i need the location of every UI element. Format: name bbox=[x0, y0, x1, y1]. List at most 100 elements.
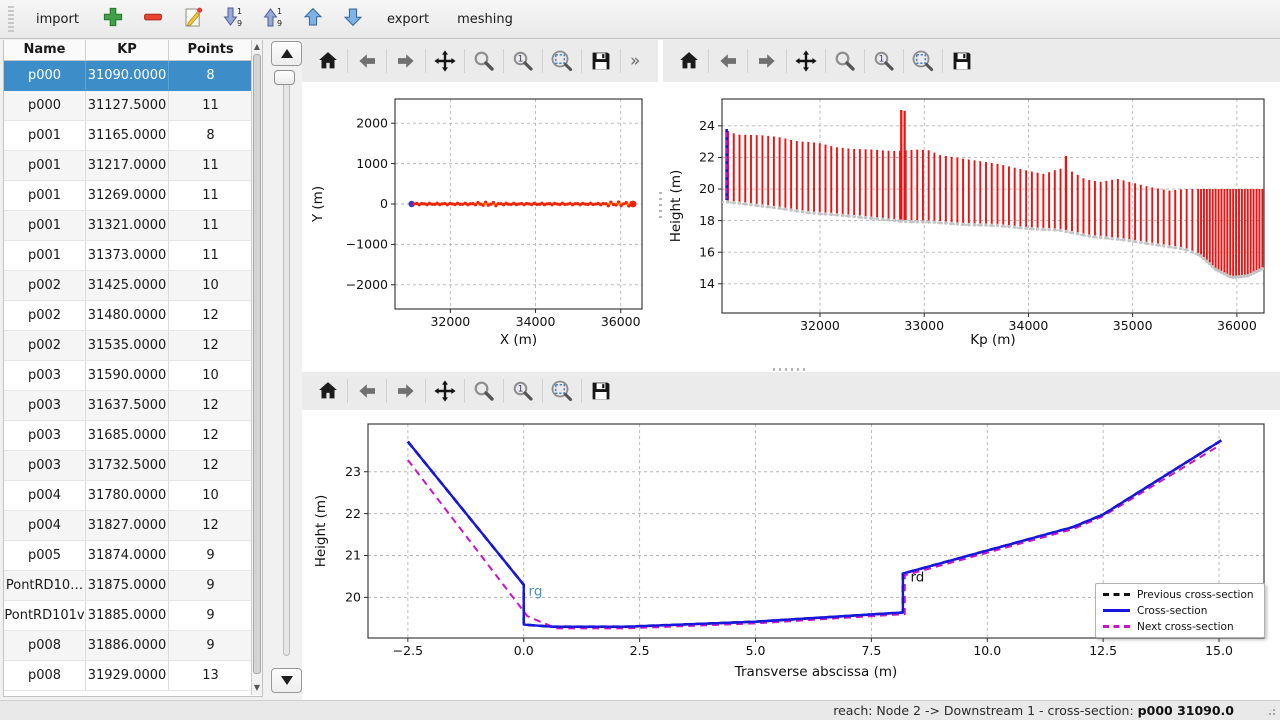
sort-ascending-button[interactable]: 19 bbox=[261, 7, 285, 31]
table-cell[interactable]: p003 bbox=[4, 391, 86, 421]
cross-section-figure[interactable]: −2.50.02.55.07.510.012.515.020212223Tran… bbox=[302, 410, 1280, 700]
pan-button[interactable] bbox=[429, 45, 461, 77]
zoom-button[interactable] bbox=[468, 45, 500, 77]
table-cell[interactable]: 8 bbox=[169, 61, 253, 91]
table-cell[interactable]: 31590.0000 bbox=[86, 361, 169, 391]
table-cell[interactable]: 31425.0000 bbox=[86, 271, 169, 301]
longitudinal-profile-figure[interactable]: 3200033000340003500036000141618202224Kp … bbox=[663, 82, 1280, 366]
table-row[interactable]: p00231535.000012 bbox=[4, 331, 253, 361]
table-cell[interactable]: 31165.0000 bbox=[86, 121, 169, 151]
table-cell[interactable]: 31373.0000 bbox=[86, 241, 169, 271]
plan-view-figure[interactable]: 320003400036000−2000−1000010002000X (m)Y… bbox=[303, 82, 658, 366]
column-header-name[interactable]: Name bbox=[4, 40, 86, 60]
table-cell[interactable]: 31886.0000 bbox=[86, 631, 169, 661]
zoom-button[interactable] bbox=[468, 375, 500, 407]
table-cell[interactable]: 12 bbox=[169, 331, 253, 361]
toolbar-overflow-chevron[interactable]: » bbox=[624, 51, 646, 71]
table-cell[interactable]: 12 bbox=[169, 421, 253, 451]
home-button[interactable] bbox=[312, 375, 344, 407]
vertical-splitter-handle[interactable] bbox=[659, 192, 662, 222]
table-cell[interactable]: p004 bbox=[4, 481, 86, 511]
save-button[interactable] bbox=[585, 375, 617, 407]
table-cell[interactable]: p003 bbox=[4, 361, 86, 391]
table-cell[interactable]: 8 bbox=[169, 121, 253, 151]
table-cell[interactable]: p001 bbox=[4, 181, 86, 211]
table-cell[interactable]: 9 bbox=[169, 631, 253, 661]
table-cell[interactable]: p008 bbox=[4, 631, 86, 661]
column-header-kp[interactable]: KP bbox=[86, 40, 169, 60]
table-cell[interactable]: 31732.5000 bbox=[86, 451, 169, 481]
table-row[interactable]: p00131373.000011 bbox=[4, 241, 253, 271]
table-cell[interactable]: p001 bbox=[4, 121, 86, 151]
table-row[interactable]: p00031090.00008 bbox=[4, 61, 253, 91]
sort-descending-button[interactable]: 19 bbox=[221, 7, 245, 31]
table-cell[interactable]: 10 bbox=[169, 481, 253, 511]
table-cell[interactable]: 31480.0000 bbox=[86, 301, 169, 331]
pan-button[interactable] bbox=[429, 375, 461, 407]
table-cell[interactable]: 10 bbox=[169, 271, 253, 301]
table-cell[interactable]: 11 bbox=[169, 151, 253, 181]
table-row[interactable]: p00231425.000010 bbox=[4, 271, 253, 301]
table-row[interactable]: p00331685.000012 bbox=[4, 421, 253, 451]
table-row[interactable]: PontRD101v31885.00009 bbox=[4, 601, 253, 631]
forward-button[interactable] bbox=[390, 375, 422, 407]
column-header-points[interactable]: Points bbox=[169, 40, 253, 60]
table-row[interactable]: p00131217.000011 bbox=[4, 151, 253, 181]
table-row[interactable]: p00431780.000010 bbox=[4, 481, 253, 511]
scroll-up-icon[interactable]: ▲ bbox=[252, 41, 262, 53]
table-row[interactable]: p00131269.000011 bbox=[4, 181, 253, 211]
export-button[interactable]: export bbox=[381, 8, 435, 31]
table-cell[interactable]: p000 bbox=[4, 61, 86, 91]
table-row[interactable]: p00231480.000012 bbox=[4, 301, 253, 331]
table-cell[interactable]: 31685.0000 bbox=[86, 421, 169, 451]
table-cell[interactable]: 13 bbox=[169, 661, 253, 691]
meshing-button[interactable]: meshing bbox=[451, 8, 519, 31]
table-cell[interactable]: p003 bbox=[4, 421, 86, 451]
table-cell[interactable]: 31637.5000 bbox=[86, 391, 169, 421]
table-row[interactable]: p00831929.000013 bbox=[4, 661, 253, 691]
table-cell[interactable]: 31780.0000 bbox=[86, 481, 169, 511]
table-cell[interactable]: 31929.0000 bbox=[86, 661, 169, 691]
table-cell[interactable]: p005 bbox=[4, 541, 86, 571]
next-cross-section-button[interactable] bbox=[271, 668, 302, 693]
horizontal-splitter-handle[interactable] bbox=[773, 368, 807, 371]
table-cell[interactable]: p004 bbox=[4, 511, 86, 541]
zoom-box-button[interactable] bbox=[546, 375, 578, 407]
table-cell[interactable]: 31269.0000 bbox=[86, 181, 169, 211]
table-cell[interactable]: p000 bbox=[4, 91, 86, 121]
table-cell[interactable]: 11 bbox=[169, 241, 253, 271]
back-button[interactable] bbox=[712, 45, 744, 77]
zoom-button[interactable] bbox=[829, 45, 861, 77]
table-row[interactable]: PontRD10…31875.00009 bbox=[4, 571, 253, 601]
zoom-one-button[interactable]: 1 bbox=[868, 45, 900, 77]
save-button[interactable] bbox=[585, 45, 617, 77]
back-button[interactable] bbox=[351, 375, 383, 407]
edit-cross-section-button[interactable] bbox=[181, 7, 205, 31]
table-cell[interactable]: 31875.0000 bbox=[86, 571, 169, 601]
zoom-box-button[interactable] bbox=[907, 45, 939, 77]
previous-cross-section-button[interactable] bbox=[271, 41, 302, 66]
save-button[interactable] bbox=[946, 45, 978, 77]
zoom-box-button[interactable] bbox=[546, 45, 578, 77]
home-button[interactable] bbox=[673, 45, 705, 77]
add-cross-section-button[interactable] bbox=[101, 7, 125, 31]
move-up-button[interactable] bbox=[301, 7, 325, 31]
table-cell[interactable]: 12 bbox=[169, 391, 253, 421]
table-cell[interactable]: 31090.0000 bbox=[86, 61, 169, 91]
cross-section-slider-handle[interactable] bbox=[274, 70, 295, 85]
table-cell[interactable]: 31321.0000 bbox=[86, 211, 169, 241]
zoom-one-button[interactable]: 1 bbox=[507, 375, 539, 407]
table-row[interactable]: p00331732.500012 bbox=[4, 451, 253, 481]
table-row[interactable]: p00131165.00008 bbox=[4, 121, 253, 151]
table-cell[interactable]: p003 bbox=[4, 451, 86, 481]
table-cell[interactable]: 9 bbox=[169, 541, 253, 571]
table-cell[interactable]: PontRD10… bbox=[4, 571, 86, 601]
table-cell[interactable]: 11 bbox=[169, 91, 253, 121]
resize-grip-icon[interactable] bbox=[1264, 704, 1277, 717]
table-cell[interactable]: p001 bbox=[4, 241, 86, 271]
move-down-button[interactable] bbox=[341, 7, 365, 31]
table-cell[interactable]: 9 bbox=[169, 571, 253, 601]
table-cell[interactable]: 31217.0000 bbox=[86, 151, 169, 181]
table-cell[interactable]: p008 bbox=[4, 661, 86, 691]
pan-button[interactable] bbox=[790, 45, 822, 77]
